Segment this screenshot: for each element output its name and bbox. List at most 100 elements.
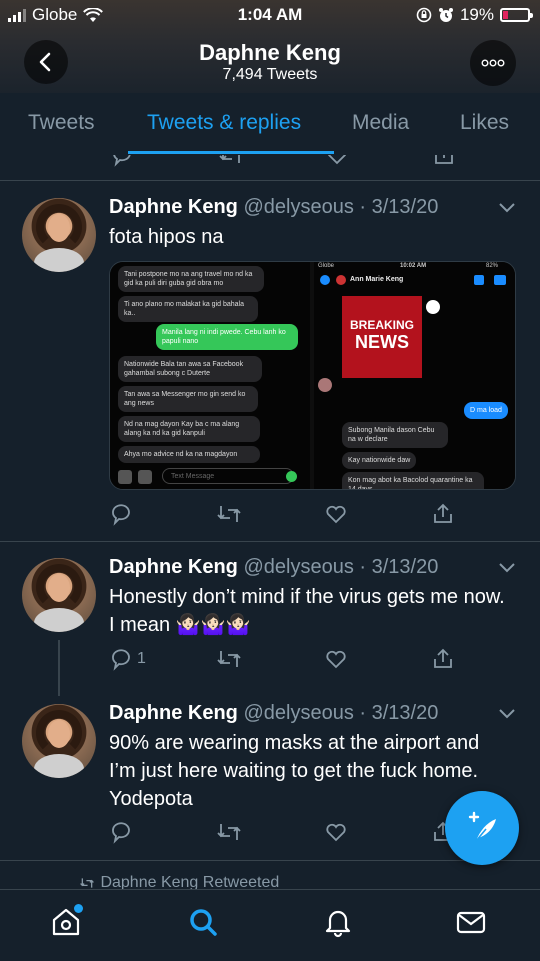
messenger-bubble: D ma load (464, 402, 508, 419)
tweet-date[interactable]: 3/13/20 (372, 702, 439, 724)
compose-tweet-button[interactable] (445, 791, 519, 865)
profile-tabs: Tweets Tweets & replies Media Likes (0, 93, 540, 155)
tab-media[interactable]: Media (352, 111, 409, 135)
inner-carrier: Globe (318, 263, 335, 269)
new-tweets-indicator (74, 904, 83, 913)
share-icon (434, 648, 452, 668)
tweet-text: 90% are wearing masks at the airport and… (109, 732, 480, 810)
chevron-down-icon[interactable] (498, 704, 516, 725)
tab-tweets[interactable]: Tweets (28, 111, 95, 135)
tweet-author-name[interactable]: Daphne Keng (109, 702, 238, 724)
retweet-button[interactable] (216, 820, 246, 844)
divider (0, 860, 540, 861)
notifications-icon (325, 910, 351, 938)
tweet-header: Daphne Keng @delyseous · 3/13/20 (109, 196, 439, 218)
more-icon (481, 59, 505, 67)
reply-icon (112, 649, 130, 671)
profile-name: Daphne Keng (199, 40, 341, 65)
tweet-date[interactable]: 3/13/20 (372, 196, 439, 218)
nav-search[interactable] (187, 906, 219, 943)
tweet-text: Honestly don’t mind if the virus gets me… (109, 586, 505, 636)
messages-icon (456, 911, 486, 934)
like-button[interactable] (324, 647, 352, 671)
chevron-down-icon[interactable] (498, 198, 516, 219)
compose-icon (468, 811, 496, 842)
active-tab-indicator (128, 151, 334, 154)
like-icon (326, 823, 346, 842)
retweet-icon (217, 651, 241, 667)
tweet-header: Daphne Keng @delyseous · 3/13/20 (109, 556, 439, 578)
share-icon (434, 503, 452, 523)
tweet-actions (109, 820, 469, 846)
previous-tweet-actions (0, 155, 540, 181)
reply-icon (112, 504, 130, 526)
retweet-icon[interactable] (218, 155, 244, 167)
tweet-author-name[interactable]: Daphne Keng (109, 556, 238, 578)
tweet-handle[interactable]: @delyseous (243, 196, 353, 218)
inner-video-icon (494, 275, 506, 285)
orientation-lock-icon (416, 7, 432, 23)
reply-button[interactable] (109, 502, 137, 526)
sms-bubble: Nationwide Bala tan awa sa Facebook gaha… (118, 356, 262, 382)
tweet-media[interactable]: Tani postpone mo na ang travel mo nd ka … (109, 261, 516, 490)
avatar[interactable] (22, 198, 96, 272)
inner-contact-name: Ann Marie Keng (350, 276, 404, 283)
status-bar: Globe 1:04 AM 19% (0, 5, 540, 27)
chevron-down-icon[interactable] (498, 558, 516, 579)
reply-button[interactable] (109, 820, 137, 844)
retweet-icon (217, 506, 241, 522)
retweet-icon (217, 824, 241, 840)
inner-back-icon (320, 275, 330, 285)
news-line-2: NEWS (355, 332, 409, 352)
tweet-count: 7,494 Tweets (222, 66, 318, 83)
tweet-author-name[interactable]: Daphne Keng (109, 196, 238, 218)
messenger-bubble: Kon mag abot ka Bacolod quarantine ka 14… (342, 472, 484, 489)
sms-bubble: Manila lang ni indi pwede. Cebu lanh ko … (156, 324, 298, 350)
tweet-handle[interactable]: @delyseous (243, 702, 353, 724)
divider (0, 180, 540, 181)
reply-icon (112, 822, 130, 844)
tweet-handle[interactable]: @delyseous (243, 556, 353, 578)
inner-call-icon (474, 275, 484, 285)
more-options-button[interactable] (470, 40, 516, 86)
nav-notifications[interactable] (322, 906, 354, 943)
tab-likes[interactable]: Likes (460, 111, 509, 135)
avatar[interactable] (22, 704, 96, 778)
alarm-icon (438, 8, 453, 22)
retweet-button[interactable] (216, 502, 246, 526)
inner-battery: 82% (486, 263, 499, 269)
profile-header: Globe 1:04 AM 19% Daphne Keng 7,494 Twee… (0, 0, 540, 93)
retweet-button[interactable] (216, 647, 246, 671)
apps-icon (138, 470, 152, 484)
sms-bubble: Tan awa sa Messenger mo gin send ko ang … (118, 386, 258, 412)
nav-messages[interactable] (455, 906, 487, 943)
like-icon (326, 505, 346, 524)
inner-time: 10:02 AM (400, 263, 427, 269)
breaking-news-image: BREAKING NEWS (342, 296, 422, 378)
retweet-icon (80, 878, 94, 888)
avatar[interactable] (22, 558, 96, 632)
reply-icon[interactable] (110, 155, 134, 167)
thread-connector (58, 640, 60, 696)
tab-tweets-and-replies[interactable]: Tweets & replies (147, 111, 301, 135)
like-icon[interactable] (325, 155, 349, 167)
divider (0, 541, 540, 542)
tweet-date[interactable]: 3/13/20 (372, 556, 439, 578)
sms-bubble: Ahya mo advice nd ka na magdayon (118, 446, 260, 463)
like-button[interactable] (324, 820, 352, 844)
camera-icon (118, 470, 132, 484)
sms-bubble: Nd na mag dayon Kay ba c ma alang alang … (118, 416, 260, 442)
sms-input: Text Message (162, 468, 294, 484)
tweet-text: fota hipos na (109, 226, 224, 248)
messenger-bubble: Subong Manila dason Cebu na w declare (342, 422, 448, 448)
bottom-navigation (0, 889, 540, 961)
like-icon (326, 650, 346, 669)
share-button[interactable] (431, 502, 455, 526)
reply-button[interactable]: 1 (109, 647, 146, 671)
battery-icon (500, 8, 533, 22)
inner-avatar (336, 275, 346, 285)
share-icon[interactable] (432, 155, 456, 167)
like-button[interactable] (324, 502, 352, 526)
share-button[interactable] (431, 647, 455, 671)
tweet-header: Daphne Keng @delyseous · 3/13/20 (109, 702, 439, 724)
